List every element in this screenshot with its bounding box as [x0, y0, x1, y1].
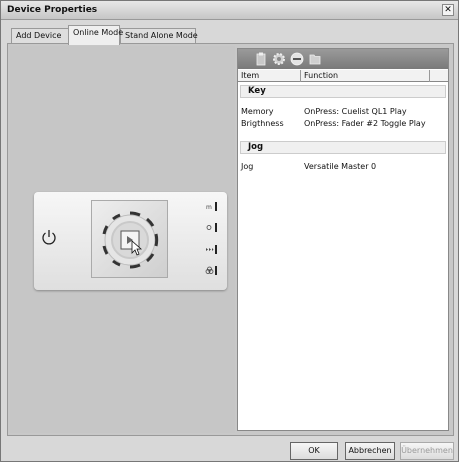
row-function: OnPress: Fader #2 Toggle Play	[304, 119, 426, 128]
close-button[interactable]: ✕	[442, 4, 454, 16]
apply-button[interactable]: Übernehmen	[400, 442, 454, 460]
online-mode-panel: m Item Function Key Memory OnPress: Cuel…	[7, 43, 454, 436]
no-entry-icon[interactable]	[289, 51, 305, 67]
close-icon: ✕	[444, 5, 452, 15]
table-row[interactable]: Jog Versatile Master 0	[238, 161, 448, 172]
brightness-icon[interactable]	[205, 223, 219, 232]
title-bar: Device Properties ✕	[1, 1, 458, 20]
assignment-panel: Item Function Key Memory OnPress: Cuelis…	[237, 48, 449, 431]
window-title: Device Properties	[7, 5, 98, 15]
column-header-item[interactable]: Item	[241, 71, 259, 80]
device-controller: m	[34, 192, 227, 290]
column-divider[interactable]	[429, 70, 430, 82]
tab-add-device[interactable]: Add Device	[11, 28, 69, 44]
ok-button[interactable]: OK	[290, 442, 338, 460]
group-jog[interactable]: Jog	[240, 141, 446, 154]
table-row[interactable]: Brigthness OnPress: Fader #2 Toggle Play	[238, 118, 448, 129]
group-key[interactable]: Key	[240, 85, 446, 98]
tab-stand-alone-mode[interactable]: Stand Alone Mode	[120, 28, 198, 44]
grid-header: Item Function	[238, 70, 448, 82]
toolbar	[238, 49, 448, 69]
gear-icon[interactable]	[271, 51, 287, 67]
jog-wheel[interactable]	[91, 200, 168, 278]
device-properties-window: Device Properties ✕ Add Device Online Mo…	[0, 0, 459, 462]
folder-icon[interactable]	[307, 51, 323, 67]
column-divider[interactable]	[300, 70, 301, 82]
group-icon[interactable]	[205, 266, 219, 275]
device-preview-area: m	[10, 46, 235, 433]
row-function: Versatile Master 0	[304, 162, 377, 171]
memory-icon[interactable]: m	[205, 202, 219, 211]
tab-online-mode[interactable]: Online Mode	[68, 25, 123, 45]
table-row[interactable]: Memory OnPress: Cuelist QL1 Play	[238, 106, 448, 117]
clipboard-icon[interactable]	[253, 51, 269, 67]
power-icon[interactable]	[40, 228, 58, 246]
row-item: Brigthness	[241, 119, 284, 128]
row-item: Memory	[241, 107, 274, 116]
column-header-function[interactable]: Function	[304, 71, 338, 80]
cancel-button[interactable]: Abbrechen	[345, 442, 395, 460]
row-item: Jog	[241, 162, 254, 171]
svg-text:m: m	[206, 204, 212, 211]
play-icon[interactable]	[205, 245, 219, 254]
row-function: OnPress: Cuelist QL1 Play	[304, 107, 407, 116]
